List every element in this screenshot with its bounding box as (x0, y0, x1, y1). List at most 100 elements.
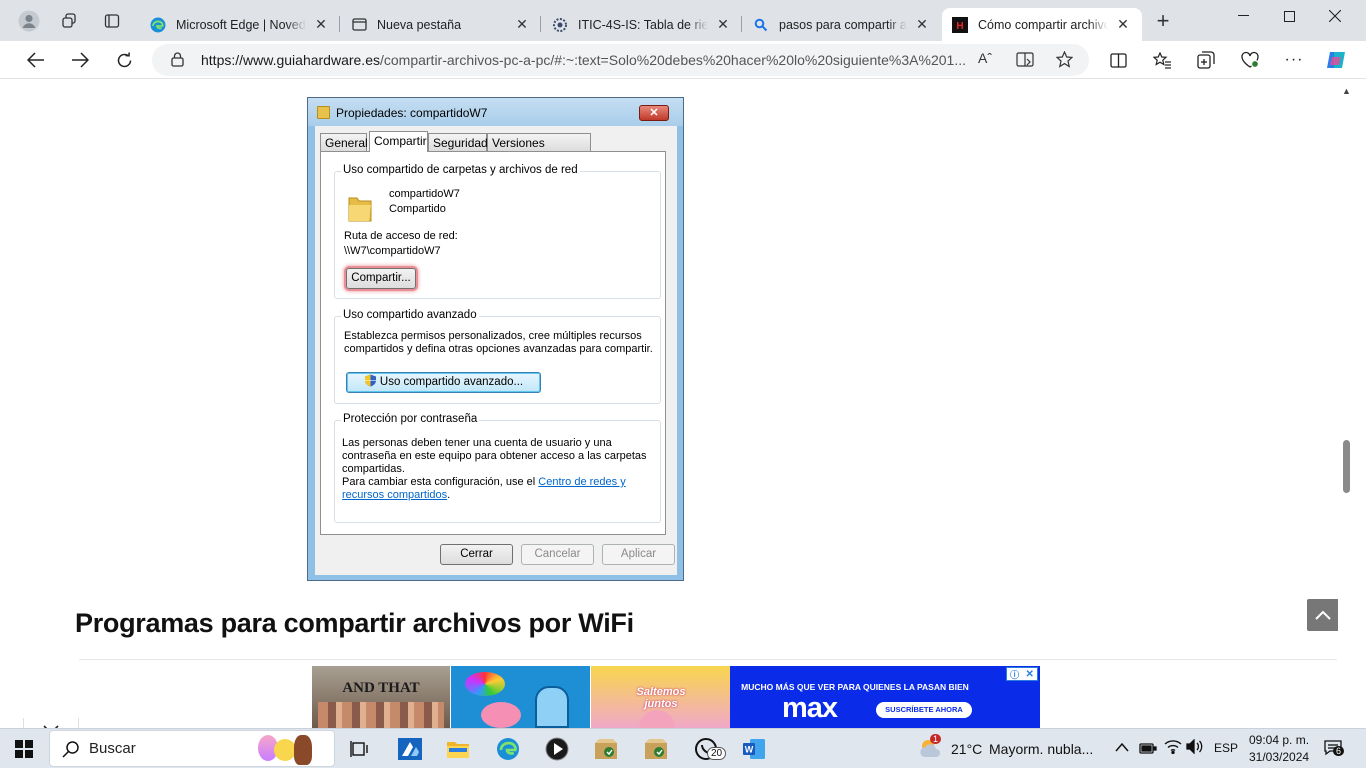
tab-seguridad: Seguridad (428, 133, 488, 151)
app-pen-icon[interactable] (395, 735, 425, 763)
clock-date[interactable]: 31/03/2024 (1249, 750, 1309, 764)
new-tab-icon (351, 17, 367, 33)
scrollbar-thumb[interactable] (1343, 440, 1350, 493)
share-button: Compartir... (346, 268, 416, 289)
file-explorer-icon[interactable] (443, 735, 473, 763)
ad-info-icon[interactable]: ⓘ (1010, 668, 1019, 681)
forward-icon[interactable] (65, 45, 95, 75)
clock-time[interactable]: 09:04 p. m. (1249, 733, 1309, 747)
archive-app-icon[interactable] (591, 735, 621, 763)
close-tab-icon[interactable]: ✕ (913, 16, 931, 33)
weather-temperature[interactable]: 21°C (951, 741, 982, 757)
section-heading: Programas para compartir archivos por Wi… (75, 608, 634, 638)
scroll-to-top-button[interactable] (1307, 599, 1338, 631)
ad-panel3-text: Saltemos juntos (636, 686, 686, 710)
ad-choices[interactable]: ⓘ ✕ (1006, 667, 1038, 681)
ad-character (535, 686, 569, 728)
battery-icon[interactable] (1139, 742, 1157, 757)
tab-new-tab[interactable]: Nueva pestaña ✕ (341, 8, 541, 41)
tab-label: Cómo compartir archivos (978, 17, 1108, 32)
maximize-icon[interactable] (1266, 0, 1312, 32)
close-tab-icon[interactable]: ✕ (1114, 16, 1132, 33)
minimize-icon[interactable] (1220, 0, 1266, 32)
lock-icon[interactable] (171, 52, 184, 70)
ad-cta-button: SUSCRÍBETE AHORA (876, 702, 972, 718)
group-title: Protección por contraseña (341, 413, 480, 425)
advertisement-banner[interactable]: AND THAT Saltemos juntos MUCHO MÁS QUE V… (312, 666, 1040, 728)
back-icon[interactable] (21, 45, 51, 75)
advanced-sharing-button: Uso compartido avanzado... (346, 372, 541, 393)
immersive-reader-icon[interactable] (1016, 52, 1034, 70)
guiahardware-icon: H (952, 16, 968, 33)
change-prefix: Para cambiar esta configuración, use el (342, 476, 536, 488)
volume-icon[interactable] (1186, 738, 1204, 757)
archive-app-2-icon[interactable] (641, 735, 671, 763)
new-tab-plus-icon[interactable]: + (1150, 8, 1176, 34)
password-protection-group: Protección por contraseña Las personas d… (334, 413, 661, 523)
close-tab-icon[interactable]: ✕ (513, 16, 531, 33)
ad-close-icon[interactable]: ✕ (1025, 669, 1033, 680)
tab-search-results[interactable]: pasos para compartir archivos ✕ (743, 8, 941, 41)
notifications-icon[interactable]: 6 (1324, 739, 1345, 758)
cancel-button: Cancelar (521, 544, 594, 565)
folder-icon (317, 106, 330, 119)
window-close-icon[interactable] (1312, 0, 1358, 32)
weather-badge: 1 (930, 734, 942, 744)
weather-description[interactable]: Mayorm. nubla... (989, 741, 1093, 757)
collections-icon[interactable] (1191, 45, 1221, 75)
password-change-text: Para cambiar esta configuración, use el … (342, 476, 642, 502)
close-tab-icon[interactable]: ✕ (312, 16, 330, 33)
svg-text:H: H (956, 21, 963, 32)
folder-status: Compartido (389, 203, 446, 215)
weather-icon[interactable]: 1 (918, 734, 944, 762)
read-aloud-icon[interactable]: Aˆ (978, 50, 992, 66)
browser-essentials-icon[interactable] (1235, 45, 1265, 75)
chevron-up-icon[interactable] (1115, 740, 1129, 755)
search-placeholder: Buscar (89, 740, 136, 757)
svg-text:W: W (745, 745, 754, 755)
tab-actions-icon[interactable] (99, 8, 125, 34)
url-text[interactable]: https://www.guiahardware.es/compartir-ar… (201, 52, 971, 68)
tab-itic[interactable]: ITIC-4S-IS: Tabla de riesgos ✕ (542, 8, 742, 41)
dialog-title: Propiedades: compartidoW7 (336, 106, 488, 120)
tab-compartir: Compartir (369, 131, 428, 152)
ad-cast-photo (318, 702, 444, 728)
chevron-up-icon (1315, 610, 1331, 620)
word-icon[interactable]: W (739, 735, 769, 763)
close-dialog-button: Cerrar (440, 544, 513, 565)
whatsapp-icon[interactable]: 20 (691, 735, 727, 763)
group-title: Uso compartido avanzado (341, 309, 479, 321)
tab-active-compartir[interactable]: H Cómo compartir archivos ✕ (942, 8, 1142, 41)
edge-taskbar-icon[interactable] (493, 735, 523, 763)
tab-label: Microsoft Edge | Novedades (176, 17, 306, 32)
itic-icon (552, 17, 568, 33)
wifi-icon[interactable] (1164, 739, 1182, 757)
workspaces-icon[interactable] (57, 8, 83, 34)
profile-icon[interactable] (16, 8, 42, 34)
copilot-icon[interactable] (1321, 45, 1351, 75)
collapse-toggle[interactable] (23, 718, 79, 728)
taskbar-search-box[interactable]: Buscar (49, 730, 335, 767)
whatsapp-badge: 20 (707, 747, 727, 760)
tab-edge-news[interactable]: Microsoft Edge | Novedades ✕ (140, 8, 340, 41)
media-player-icon[interactable] (542, 735, 572, 763)
windows-start-icon[interactable] (9, 735, 39, 763)
scroll-up-arrow-icon[interactable]: ▲ (1342, 86, 1351, 96)
favorite-star-icon[interactable] (1055, 50, 1074, 71)
search-icon (753, 17, 769, 33)
address-bar[interactable]: https://www.guiahardware.es/compartir-ar… (152, 44, 1089, 76)
refresh-icon[interactable] (109, 45, 139, 75)
divider (79, 659, 1337, 660)
page-scrollbar[interactable]: ▲ (1340, 80, 1354, 728)
advanced-description: Establezca permisos personalizados, cree… (344, 330, 653, 355)
favorites-icon[interactable] (1147, 45, 1177, 75)
tab-versiones-anteriores: Versiones anteriores (487, 133, 591, 164)
ad-character (639, 710, 675, 728)
close-tab-icon[interactable]: ✕ (714, 16, 732, 33)
split-screen-icon[interactable] (1103, 45, 1133, 75)
more-options-icon[interactable]: ··· (1279, 45, 1309, 75)
web-page-content: Propiedades: compartidoW7 ✕ General Comp… (10, 80, 1338, 728)
language-indicator[interactable]: ESP (1214, 741, 1238, 755)
task-view-icon[interactable] (345, 735, 375, 763)
ad-character (481, 702, 521, 728)
